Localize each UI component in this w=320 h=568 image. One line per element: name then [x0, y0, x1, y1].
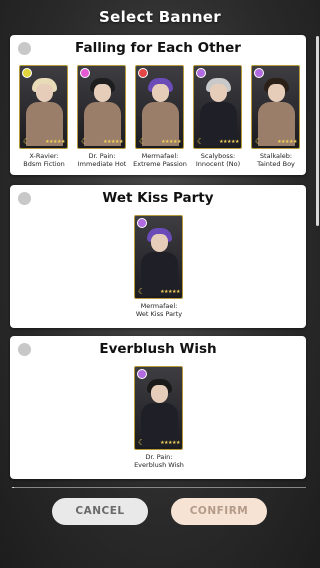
moon-icon: ☾: [138, 287, 146, 296]
character-face: [268, 84, 285, 102]
scrollbar[interactable]: [316, 36, 319, 226]
rarity-badge-icon: [196, 68, 206, 78]
moon-icon: ☾: [197, 137, 205, 146]
rarity-badge-icon: [80, 68, 90, 78]
stars-icon: ★★★★★: [160, 289, 180, 295]
banner-falling-for-each-other[interactable]: Falling for Each Other ☾ ★★★★★ X-Ravier:…: [10, 35, 306, 175]
character-card-mermafael[interactable]: ☾ ★★★★★: [135, 65, 184, 149]
rarity-badge-icon: [138, 68, 148, 78]
character-face: [36, 84, 53, 102]
moon-icon: ☾: [81, 137, 89, 146]
character-card-dr-pain[interactable]: ☾ ★★★★★: [134, 366, 183, 450]
character-face: [94, 84, 111, 102]
rarity-badge-icon: [22, 68, 32, 78]
character-card-mermafael[interactable]: ☾ ★★★★★: [134, 215, 183, 299]
rarity-badge-icon: [137, 369, 147, 379]
page-title: Select Banner: [99, 8, 221, 26]
character-card-stalkaleb[interactable]: ☾ ★★★★★: [251, 65, 300, 149]
stars-icon: ★★★★★: [277, 139, 297, 145]
banner-everblush-wish[interactable]: Everblush Wish ☾ ★★★★★ Dr. Pain: Everblu…: [10, 336, 306, 479]
character-card-x-ravier[interactable]: ☾ ★★★★★: [19, 65, 68, 149]
stars-icon: ★★★★★: [103, 139, 123, 145]
stars-icon: ★★★★★: [219, 139, 239, 145]
moon-icon: ☾: [138, 438, 146, 447]
character-face: [210, 84, 227, 102]
character-face: [151, 385, 168, 403]
cancel-button[interactable]: CANCEL: [52, 498, 148, 525]
rarity-badge-icon: [254, 68, 264, 78]
divider: [14, 487, 306, 488]
card-caption: X-Ravier: Bdsm Fiction: [23, 152, 65, 168]
stars-icon: ★★★★★: [160, 440, 180, 446]
card-caption: Dr. Pain: Immediate Hot: [77, 152, 127, 168]
banner-wet-kiss-party[interactable]: Wet Kiss Party ☾ ★★★★★ Mermafael: Wet Ki…: [10, 185, 306, 328]
character-face: [152, 84, 169, 102]
moon-icon: ☾: [23, 137, 31, 146]
rarity-badge-icon: [137, 218, 147, 228]
banner-title: Everblush Wish: [99, 341, 217, 357]
card-caption: Mermafael: Wet Kiss Party: [135, 302, 183, 318]
character-face: [151, 234, 168, 252]
banner-list[interactable]: Falling for Each Other ☾ ★★★★★ X-Ravier:…: [8, 33, 312, 488]
moon-icon: ☾: [255, 137, 263, 146]
stars-icon: ★★★★★: [161, 139, 181, 145]
stars-icon: ★★★★★: [45, 139, 65, 145]
banner-title: Falling for Each Other: [75, 40, 241, 56]
card-caption: Mermafael: Extreme Passion: [133, 152, 187, 168]
card-caption: Dr. Pain: Everblush Wish: [134, 453, 184, 469]
banner-title: Wet Kiss Party: [102, 190, 214, 206]
character-card-dr-pain[interactable]: ☾ ★★★★★: [77, 65, 126, 149]
confirm-button[interactable]: CONFIRM: [171, 498, 267, 525]
moon-icon: ☾: [139, 137, 147, 146]
card-caption: Stalkaleb: Tainted Boy: [257, 152, 295, 168]
card-caption: Scalyboss: Innocent (No): [195, 152, 241, 168]
character-card-scalyboss[interactable]: ☾ ★★★★★: [193, 65, 242, 149]
